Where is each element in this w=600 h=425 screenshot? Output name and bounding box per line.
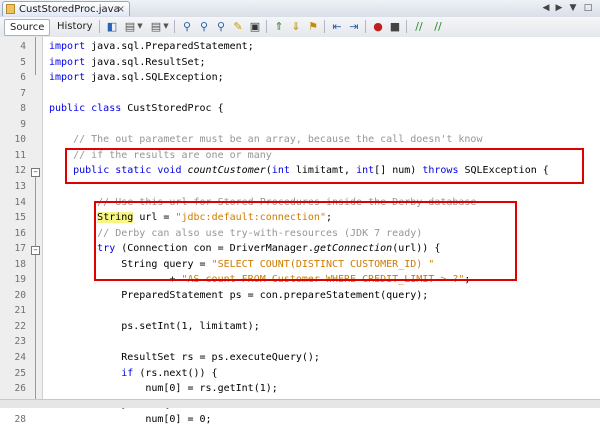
scroll-tabs-right-icon[interactable]: ▶ xyxy=(553,2,565,14)
maximize-window-icon[interactable]: □ xyxy=(582,2,594,14)
code-token: ps.setInt(1, limitamt); xyxy=(49,320,260,332)
file-tab-label: CustStoredProc.java xyxy=(19,4,120,15)
toolbar-separator xyxy=(324,20,325,33)
toolbar-separator xyxy=(174,20,175,33)
start-macro-recording-icon[interactable]: ● xyxy=(370,19,386,34)
line-number: 19 xyxy=(14,274,26,286)
code-line: import java.sql.PreparedStatement; xyxy=(49,41,254,52)
code-token: java.sql.SQLException; xyxy=(91,72,224,84)
code-token: (rs.next()) { xyxy=(139,367,218,379)
find-next-icon[interactable]: ⚲ xyxy=(213,19,229,34)
code-token: import xyxy=(49,72,92,84)
line-number: 22 xyxy=(14,320,26,332)
fold-guide-line xyxy=(35,170,36,407)
code-line: import java.sql.SQLException; xyxy=(49,72,224,83)
code-line: num[0] = rs.getInt(1); xyxy=(49,383,278,395)
find-previous-icon[interactable]: ⚲ xyxy=(196,19,212,34)
next-bookmark-icon[interactable]: ⇓ xyxy=(288,19,304,34)
connection-query-annotation-box xyxy=(94,201,517,281)
code-token: CustStoredProc { xyxy=(127,103,224,115)
line-number: 5 xyxy=(20,56,26,68)
toolbar-separator xyxy=(99,20,100,33)
show-opened-documents-icon[interactable]: ▼ xyxy=(567,2,579,14)
toolbar-separator xyxy=(365,20,366,33)
close-tab-icon[interactable]: × xyxy=(117,2,125,17)
line-number: 7 xyxy=(20,87,26,99)
line-number: 10 xyxy=(14,134,26,146)
code-token: if xyxy=(121,367,140,379)
back-dropdown-icon[interactable]: ▼ xyxy=(136,19,144,34)
toggle-highlight-search-icon[interactable]: ✎ xyxy=(230,19,246,34)
scroll-tabs-left-icon[interactable]: ◀ xyxy=(540,2,552,14)
line-number: 4 xyxy=(20,41,26,52)
fold-toggle-icon[interactable]: − xyxy=(31,246,40,256)
line-number: 20 xyxy=(14,289,26,301)
line-number: 26 xyxy=(14,383,26,395)
find-selection-icon[interactable]: ⚲ xyxy=(179,19,195,34)
code-token: num[0] = 0; xyxy=(49,414,212,425)
code-line: import java.sql.ResultSet; xyxy=(49,57,206,68)
code-token: java.sql.PreparedStatement; xyxy=(91,41,254,52)
code-line: ResultSet rs = ps.executeQuery(); xyxy=(49,352,320,363)
file-tab[interactable]: CustStoredProc.java × xyxy=(2,1,130,16)
code-line: if (rs.next()) { xyxy=(49,367,218,379)
line-number-gutter: 4 5 6 7 8 9 10 11 12 13 14 15 16 17 18 19 20 21 22 23 24 25 26… xyxy=(0,37,43,425)
last-edit-icon[interactable]: ◧ xyxy=(104,19,120,34)
code-token: import xyxy=(49,41,92,52)
line-number: 25 xyxy=(14,367,26,379)
line-number: 17 xyxy=(14,243,26,255)
line-number: 8 xyxy=(20,103,26,115)
forward-dropdown-icon[interactable]: ▼ xyxy=(162,19,170,34)
code-line: num[0] = 0; xyxy=(49,414,212,425)
method-signature-annotation-box xyxy=(65,148,584,184)
code-line: // The out parameter must be an array, b… xyxy=(49,134,482,145)
code-token: num[0] = rs.getInt(1); xyxy=(49,383,278,395)
code-token: ResultSet rs = ps.executeQuery(); xyxy=(49,352,320,363)
line-number: 6 xyxy=(20,72,26,84)
line-number: 28 xyxy=(14,414,26,425)
line-number: 24 xyxy=(14,352,26,363)
code-line: public class CustStoredProc { xyxy=(49,103,224,114)
code-line: PreparedStatement ps = con.prepareStatem… xyxy=(49,290,428,301)
fold-toggle-icon[interactable]: − xyxy=(31,168,40,178)
line-number: 14 xyxy=(14,196,26,208)
editor-toolbar: Source History ◧ ▤ ▼ ▤ ▼ ⚲ ⚲ ⚲ ✎ ▣ ⇑ ⇓ ⚑… xyxy=(0,17,600,38)
stop-macro-recording-icon[interactable]: ■ xyxy=(387,19,403,34)
source-tab[interactable]: Source xyxy=(4,19,51,36)
editor-tab-bar: CustStoredProc.java × ◀ ▶ ▼ □ xyxy=(0,0,600,18)
code-line: ps.setInt(1, limitamt); xyxy=(49,320,260,332)
line-number: 15 xyxy=(14,212,26,224)
history-tab[interactable]: History xyxy=(52,19,98,34)
previous-bookmark-icon[interactable]: ⇑ xyxy=(271,19,287,34)
line-number: 21 xyxy=(14,305,26,317)
java-file-icon xyxy=(6,4,15,14)
line-number: 9 xyxy=(20,118,26,130)
line-number: 16 xyxy=(14,227,26,239)
line-number: 11 xyxy=(14,149,26,161)
toggle-rectangular-selection-icon[interactable]: ▣ xyxy=(247,19,263,34)
shift-line-right-icon[interactable]: ⇥ xyxy=(346,19,362,34)
line-number: 12 xyxy=(14,165,26,177)
toolbar-separator xyxy=(266,20,267,33)
toggle-bookmark-icon[interactable]: ⚑ xyxy=(305,19,321,34)
toolbar-separator xyxy=(406,20,407,33)
line-number: 23 xyxy=(14,336,26,348)
code-token: public class xyxy=(49,103,128,115)
uncomment-icon[interactable]: // xyxy=(430,19,446,34)
comment-icon[interactable]: // xyxy=(411,19,427,34)
code-token: java.sql.ResultSet; xyxy=(91,56,206,68)
code-token: import xyxy=(49,56,92,68)
line-number: 18 xyxy=(14,258,26,270)
line-number: 13 xyxy=(14,180,26,192)
code-token: // The out parameter must be an array, b… xyxy=(49,134,483,146)
fold-guide-line xyxy=(35,37,36,75)
code-token: PreparedStatement ps = con.prepareStatem… xyxy=(49,289,429,301)
shift-line-left-icon[interactable]: ⇤ xyxy=(329,19,345,34)
